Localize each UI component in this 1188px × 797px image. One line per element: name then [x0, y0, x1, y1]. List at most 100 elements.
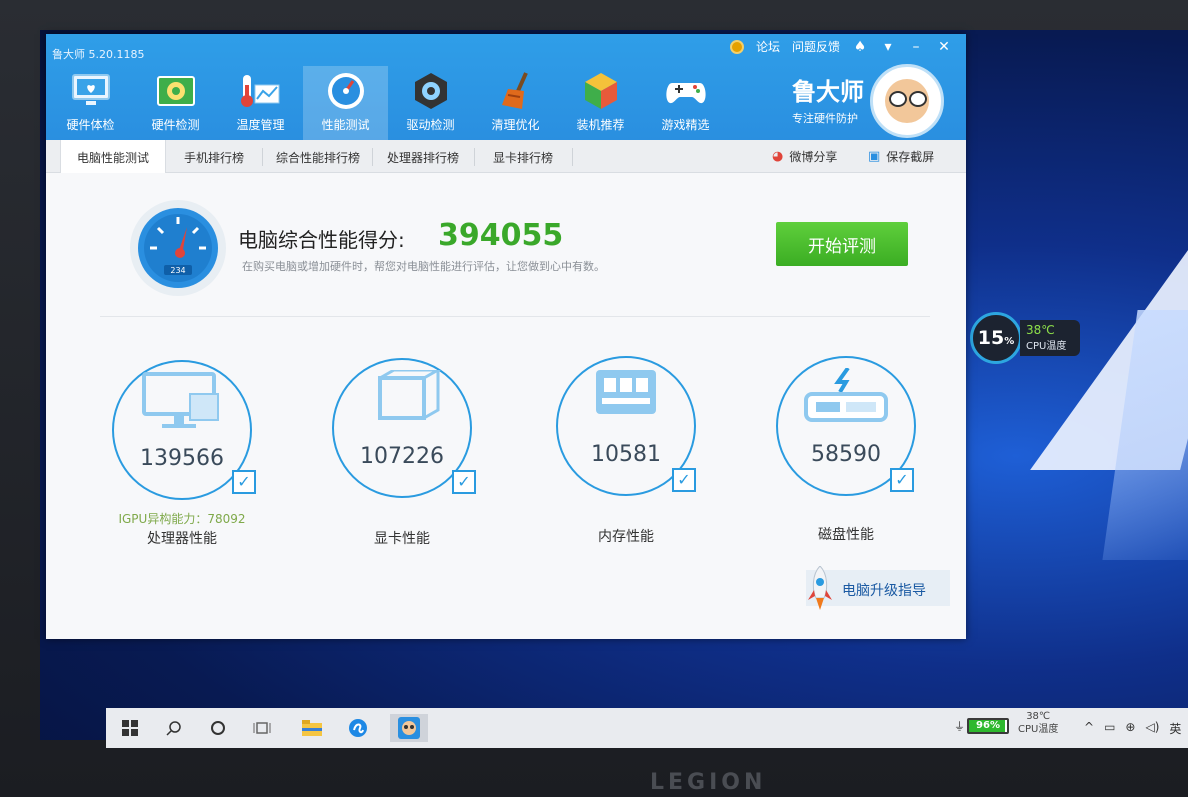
monitor-heart-icon: [69, 70, 113, 112]
metric-label: 显卡性能: [374, 531, 430, 547]
cpu-temperature-widget[interactable]: 15% 38℃ CPU温度: [970, 312, 1084, 364]
close-icon[interactable]: ✕: [936, 39, 952, 55]
cube-icon: [579, 70, 623, 112]
graphics-box-icon: [378, 370, 442, 420]
nav-item-hardware-detect[interactable]: 硬件检测: [133, 66, 218, 140]
cortana-button[interactable]: [204, 714, 232, 742]
score-value: 394055: [438, 218, 564, 253]
section-divider: [100, 316, 930, 317]
start-button[interactable]: [116, 714, 144, 742]
nav-label: 游戏精选: [661, 118, 710, 132]
battery-indicator[interactable]: ⏚ 96%: [954, 714, 1010, 738]
gpu-checkbox[interactable]: ✓: [452, 470, 476, 494]
tab-gpu-ranking[interactable]: 显卡排行榜: [482, 140, 564, 172]
start-benchmark-button[interactable]: 开始评测: [776, 222, 908, 266]
skin-icon[interactable]: ♠: [852, 39, 868, 55]
network-globe-icon[interactable]: ⊕: [1125, 720, 1135, 737]
nav-item-cleanup[interactable]: 清理优化: [473, 66, 558, 140]
broom-icon: [494, 70, 538, 112]
nav-item-driver-detect[interactable]: 驱动检测: [388, 66, 473, 140]
tray-temp-value: 38℃: [1026, 711, 1051, 722]
nav-label: 温度管理: [236, 118, 285, 132]
weibo-share-button[interactable]: ◕ 微博分享: [772, 148, 837, 165]
metric-value: 58590: [811, 442, 881, 467]
forum-link[interactable]: 论坛: [756, 38, 780, 55]
memory-checkbox[interactable]: ✓: [672, 468, 696, 492]
feedback-link[interactable]: 问题反馈: [792, 38, 840, 55]
battery-icon: 96%: [967, 718, 1009, 734]
search-button[interactable]: [160, 714, 188, 742]
igpu-capability: IGPU异构能力：78092: [118, 512, 246, 526]
tray-cpu-temp[interactable]: 38℃ CPU温度: [1018, 710, 1058, 736]
nav-label: 硬件体检: [66, 118, 115, 132]
nav-label: 性能测试: [321, 118, 370, 132]
ludashi-app-icon: [398, 717, 420, 739]
rocket-icon: [808, 566, 832, 610]
tab-phone-ranking[interactable]: 手机排行榜: [174, 140, 254, 172]
cpu-checkbox[interactable]: ✓: [232, 470, 256, 494]
medal-icon[interactable]: [729, 39, 744, 54]
speed-gauge-icon: [324, 70, 368, 112]
tab-cpu-ranking[interactable]: 处理器排行榜: [376, 140, 470, 172]
window-controls: 论坛 问题反馈 ♠ ▾ – ✕: [729, 38, 952, 55]
nav-label: 硬件检测: [151, 118, 200, 132]
weibo-share-label: 微博分享: [789, 150, 838, 164]
tab-separator: [372, 148, 373, 166]
metric-value: 139566: [140, 446, 224, 471]
mascot-avatar[interactable]: [870, 64, 944, 138]
nav-item-hardware-checkup[interactable]: 硬件体检: [48, 66, 133, 140]
metric-label: 内存性能: [598, 529, 654, 545]
battery-percent: 96%: [976, 720, 1000, 731]
power-plug-icon[interactable]: ▭: [1104, 720, 1115, 737]
hardware-brand-logo: LEGION: [650, 770, 767, 795]
upgrade-guide-label: 电脑升级指导: [842, 583, 926, 599]
menu-icon[interactable]: ▾: [880, 39, 896, 55]
ludashi-taskbar-button[interactable]: [390, 714, 428, 742]
input-method-indicator[interactable]: 英: [1169, 720, 1181, 737]
brand-area: 鲁大师 专注硬件防护: [792, 64, 944, 138]
task-view-button[interactable]: [248, 714, 276, 742]
tab-separator: [572, 148, 573, 166]
disk-checkbox[interactable]: ✓: [890, 468, 914, 492]
speedometer-icon: 234: [130, 200, 226, 296]
browser-icon: [349, 719, 367, 737]
circuit-board-icon: [154, 70, 198, 112]
gamepad-icon: [664, 70, 708, 112]
cpu-usage-unit: %: [1004, 335, 1015, 347]
gauge-readout: 234: [170, 266, 185, 275]
hard-disk-icon: [804, 368, 888, 422]
nav-label: 驱动检测: [406, 118, 455, 132]
minimize-icon[interactable]: –: [908, 39, 924, 55]
chevron-up-icon[interactable]: ^: [1084, 720, 1094, 737]
tab-pc-performance[interactable]: 电脑性能测试: [60, 140, 166, 173]
upgrade-guide-button[interactable]: 电脑升级指导: [806, 566, 950, 610]
camera-icon: ▣: [868, 149, 881, 164]
main-nav: 硬件体检 硬件检测 温度管理 性能测试 驱动检测 清理优化 装机推荐 游戏精选: [48, 66, 728, 140]
nav-item-games[interactable]: 游戏精选: [643, 66, 728, 140]
driver-gear-icon: [409, 70, 453, 112]
save-screenshot-button[interactable]: ▣ 保存截屏: [868, 148, 934, 165]
cpu-info-panel: 38℃ CPU温度: [1020, 320, 1080, 356]
nav-item-performance-test[interactable]: 性能测试: [303, 66, 388, 140]
tab-overall-ranking[interactable]: 综合性能排行榜: [268, 140, 368, 172]
taskbar: ⏚ 96% 38℃ CPU温度 ^ ▭ ⊕ ◁) 英: [106, 708, 1188, 748]
cpu-usage-value: 15: [977, 327, 1005, 349]
cpu-temp-value: 38℃: [1026, 323, 1055, 337]
cpu-temp-label: CPU温度: [1026, 341, 1067, 352]
metric-value: 10581: [591, 442, 661, 467]
cpu-usage-ring: 15%: [970, 312, 1022, 364]
file-explorer-button[interactable]: [298, 714, 326, 742]
search-icon: [166, 721, 181, 736]
save-screenshot-label: 保存截屏: [886, 150, 935, 164]
app-title: 鲁大师 5.20.1185: [52, 48, 145, 61]
title-bar: 鲁大师 5.20.1185 论坛 问题反馈 ♠ ▾ – ✕ 硬件体检 硬件检测: [46, 34, 966, 140]
tab-separator: [474, 148, 475, 166]
tab-separator: [262, 148, 263, 166]
tray-temp-label: CPU温度: [1018, 724, 1059, 735]
volume-icon[interactable]: ◁): [1145, 720, 1159, 737]
nav-item-temperature[interactable]: 温度管理: [218, 66, 303, 140]
memory-module-icon: [596, 370, 656, 414]
mascot-glasses: [909, 91, 927, 107]
browser-button[interactable]: [344, 714, 372, 742]
nav-item-build-recommend[interactable]: 装机推荐: [558, 66, 643, 140]
